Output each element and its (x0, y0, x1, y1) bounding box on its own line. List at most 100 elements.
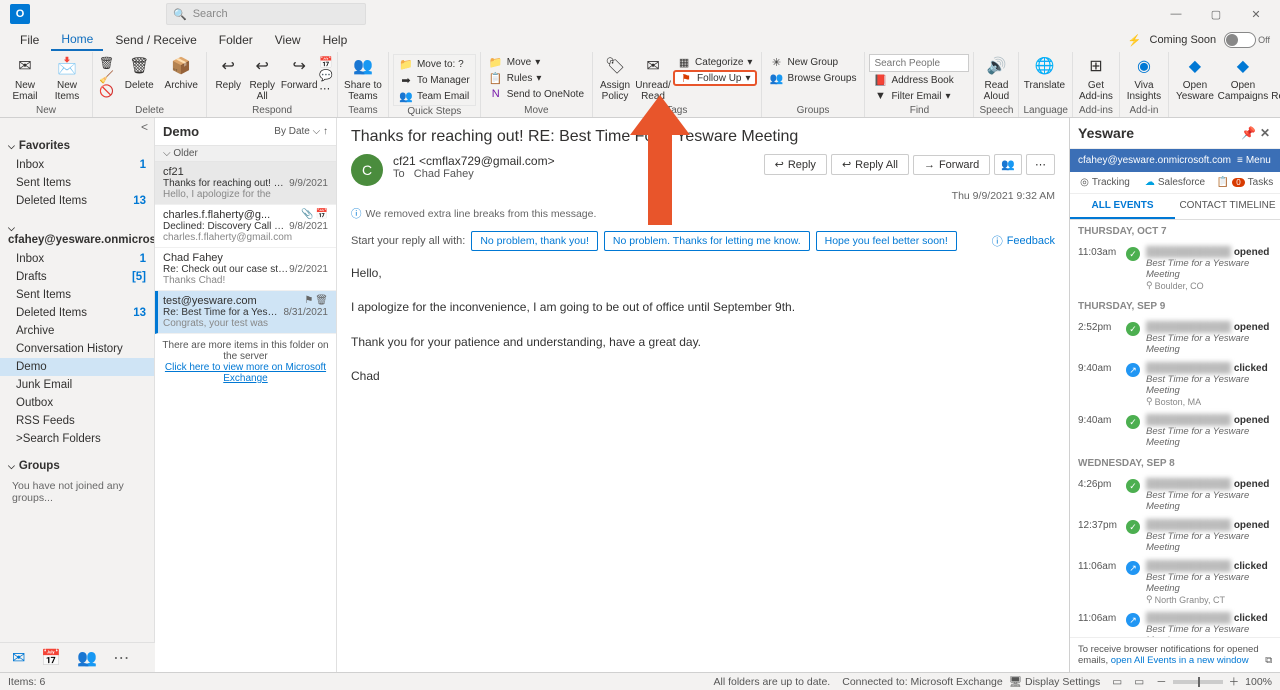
message-item[interactable]: Chad Fahey Re: Check out our case stu...… (155, 248, 336, 291)
view-more-link[interactable]: Click here to view more on Microsoft Exc… (165, 362, 326, 384)
tracking-event[interactable]: 12:37pm ✓ ████████████ opened Best Time … (1070, 516, 1280, 557)
archive-button[interactable]: 📦Archive (160, 54, 202, 93)
quickstep-tomanager[interactable]: ➡To Manager (395, 72, 474, 88)
browse-groups-button[interactable]: 👥Browse Groups (766, 70, 861, 86)
folder-rss-feeds[interactable]: RSS Feeds (0, 412, 154, 430)
sort-dropdown[interactable]: By Date ⌵ ↑ (274, 126, 328, 137)
groups-header[interactable]: Groups (0, 456, 154, 476)
open-all-events-link[interactable]: open All Events in a new window (1111, 655, 1249, 666)
more-views-icon[interactable]: ⋯ (113, 648, 129, 668)
quickstep-teamemail[interactable]: 👥Team Email (395, 88, 474, 104)
subtab-contact-timeline[interactable]: CONTACT TIMELINE (1175, 194, 1280, 219)
meeting-icon[interactable]: 📅 (319, 56, 333, 69)
open-campaigns-button[interactable]: ◆Open Campaigns (1217, 54, 1269, 104)
folder-demo[interactable]: Demo (0, 358, 154, 376)
folder-archive[interactable]: Archive (0, 322, 154, 340)
get-addins-button[interactable]: ⊞Get Add-ins (1077, 54, 1115, 104)
translate-button[interactable]: 🌐Translate (1023, 54, 1065, 93)
menu-help[interactable]: Help (313, 30, 358, 50)
folder-search-folders[interactable]: >Search Folders (0, 430, 154, 448)
delete-button[interactable]: 🗑Delete (118, 54, 160, 93)
folder-outbox[interactable]: Outbox (0, 394, 154, 412)
display-settings-button[interactable]: 🖥 Display Settings (1003, 675, 1107, 688)
folder-inbox[interactable]: Inbox1 (0, 156, 154, 174)
unread-read-button[interactable]: ✉Unread/ Read (633, 54, 673, 104)
forward-action[interactable]: → Forward (913, 155, 990, 175)
im-icon[interactable]: 💬 (319, 69, 333, 82)
junk-icon[interactable]: 🚫 (99, 84, 114, 98)
categorize-button[interactable]: ▦Categorize ▾ (673, 54, 757, 70)
search-box[interactable]: 🔍 Search (166, 3, 366, 25)
favorites-header[interactable]: Favorites (0, 136, 154, 156)
folder-deleted-items[interactable]: Deleted Items13 (0, 304, 154, 322)
reply-all-action[interactable]: ↩ Reply All (831, 154, 909, 175)
collapse-pane-button[interactable]: < (0, 118, 154, 136)
flag-icon[interactable]: ⚑ (304, 295, 313, 307)
menu-send-receive[interactable]: Send / Receive (105, 30, 206, 50)
move-button[interactable]: 📁Move ▾ (485, 54, 588, 70)
search-people-input[interactable] (869, 54, 969, 72)
menu-view[interactable]: View (265, 30, 311, 50)
account-header[interactable]: cfahey@yesware.onmicros... (0, 218, 154, 250)
popout-icon[interactable]: ⧉ (1265, 655, 1272, 666)
tab-tasks[interactable]: 📋0Tasks (1210, 172, 1280, 193)
viva-insights-button[interactable]: ◉Viva Insights (1124, 54, 1164, 104)
reply-action[interactable]: ↩ Reply (764, 154, 827, 175)
menu-home[interactable]: Home (51, 29, 103, 51)
teams-action[interactable]: 👥 (994, 154, 1022, 175)
address-book-button[interactable]: 📕Address Book (869, 72, 969, 88)
open-yesware-button[interactable]: ◆Open Yesware (1173, 54, 1217, 104)
minimize-button[interactable]: — (1156, 0, 1196, 28)
close-panel-button[interactable]: ✕ (1258, 124, 1272, 142)
rules-button[interactable]: 📋Rules ▾ (485, 70, 588, 86)
menu-folder[interactable]: Folder (209, 30, 263, 50)
suggestion-2[interactable]: No problem. Thanks for letting me know. (604, 231, 810, 251)
subtab-all-events[interactable]: ALL EVENTS (1070, 194, 1175, 219)
maximize-button[interactable]: ▢ (1196, 0, 1236, 28)
quickstep-moveto[interactable]: 📁Move to: ? (395, 56, 474, 72)
message-item[interactable]: cf21 Thanks for reaching out! R...9/9/20… (155, 162, 336, 205)
reply-all-button[interactable]: ↩Reply All (245, 54, 279, 104)
more-respond-icon[interactable]: ⋯ (319, 82, 333, 95)
message-item[interactable]: charles.f.flaherty@g...📎📅 Declined: Disc… (155, 205, 336, 248)
tracking-event[interactable]: 11:03am ✓ ████████████ opened Best Time … (1070, 243, 1280, 295)
new-items-button[interactable]: 📩New Items (46, 54, 88, 104)
feedback-link[interactable]: ⓘFeedback (992, 233, 1055, 249)
tracking-event[interactable]: 11:06am ↗ ████████████ clicked Best Time… (1070, 557, 1280, 609)
zoom-out[interactable]: － (1150, 674, 1173, 689)
share-teams-button[interactable]: 👥Share to Teams (342, 54, 384, 104)
people-view-icon[interactable]: 👥 (77, 648, 97, 668)
new-email-button[interactable]: ✉New Email (4, 54, 46, 104)
group-older[interactable]: ⌵ Older (155, 145, 336, 162)
new-group-button[interactable]: ✳New Group (766, 54, 861, 70)
open-reporting-button[interactable]: ◆Open Reporting (1269, 54, 1280, 104)
tracking-event[interactable]: 11:06am ↗ ████████████ clicked Best Time… (1070, 609, 1280, 637)
folder-drafts[interactable]: Drafts[5] (0, 268, 154, 286)
folder-sent-items[interactable]: Sent Items (0, 286, 154, 304)
pin-button[interactable]: 📌 (1239, 124, 1258, 142)
suggestion-3[interactable]: Hope you feel better soon! (816, 231, 957, 251)
tracking-event[interactable]: 9:40am ↗ ████████████ clicked Best Time … (1070, 359, 1280, 411)
tab-tracking[interactable]: ◎Tracking (1070, 172, 1140, 193)
tracking-event[interactable]: 4:26pm ✓ ████████████ opened Best Time f… (1070, 475, 1280, 516)
ignore-icon[interactable]: 🗑 (99, 56, 114, 70)
reply-button[interactable]: ↩Reply (211, 54, 245, 93)
forward-button[interactable]: ↪Forward (279, 54, 319, 93)
view-normal-icon[interactable]: ▭ (1106, 676, 1128, 688)
folder-sent-items[interactable]: Sent Items (0, 174, 154, 192)
message-item[interactable]: test@yesware.com⚑🗑 Re: Best Time for a Y… (155, 291, 336, 334)
assign-policy-button[interactable]: 🏷Assign Policy (597, 54, 633, 104)
tracking-event[interactable]: 9:40am ✓ ████████████ opened Best Time f… (1070, 411, 1280, 452)
coming-soon-toggle[interactable] (1224, 32, 1256, 48)
mail-view-icon[interactable]: ✉ (12, 648, 25, 668)
menu-file[interactable]: File (10, 30, 49, 50)
onenote-button[interactable]: NSend to OneNote (485, 86, 588, 102)
filter-email-button[interactable]: ▼Filter Email ▾ (869, 88, 969, 104)
calendar-view-icon[interactable]: 📅 (41, 648, 61, 668)
tab-salesforce[interactable]: ☁Salesforce (1140, 172, 1210, 193)
followup-button[interactable]: ⚑Follow Up ▾ (673, 70, 757, 86)
delete-icon[interactable]: 🗑 (315, 295, 328, 307)
folder-conversation-history[interactable]: Conversation History (0, 340, 154, 358)
zoom-slider[interactable] (1173, 680, 1223, 684)
folder-deleted-items[interactable]: Deleted Items13 (0, 192, 154, 210)
